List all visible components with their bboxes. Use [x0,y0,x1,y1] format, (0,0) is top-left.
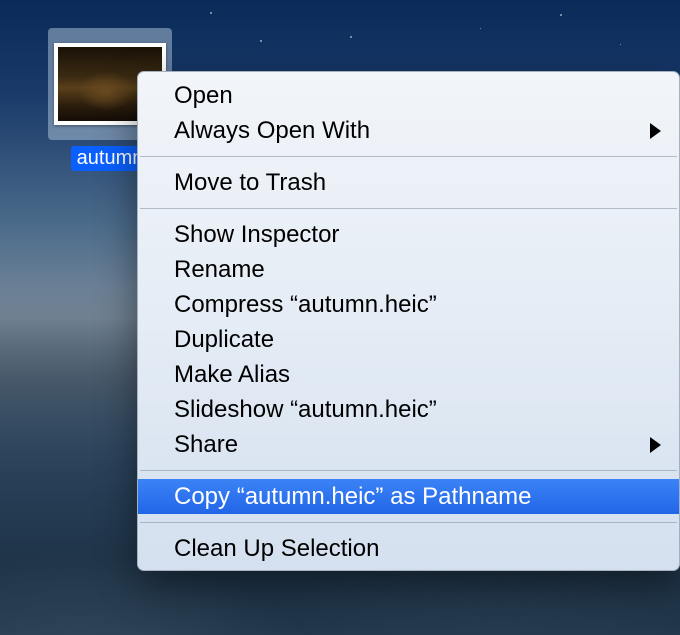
menu-separator [140,522,677,523]
menu-item-show-inspector[interactable]: Show Inspector [138,217,679,252]
menu-separator [140,208,677,209]
menu-item-move-to-trash[interactable]: Move to Trash [138,165,679,200]
menu-item-label: Slideshow “autumn.heic” [174,396,437,423]
menu-item-label: Show Inspector [174,221,339,248]
menu-item-label: Always Open With [174,117,370,144]
menu-item-label: Rename [174,256,265,283]
menu-item-clean-up-selection[interactable]: Clean Up Selection [138,531,679,566]
menu-item-rename[interactable]: Rename [138,252,679,287]
menu-item-duplicate[interactable]: Duplicate [138,322,679,357]
star [560,14,562,16]
menu-item-label: Duplicate [174,326,274,353]
menu-item-label: Share [174,431,238,458]
star [480,28,481,29]
menu-item-make-alias[interactable]: Make Alias [138,357,679,392]
menu-item-slideshow[interactable]: Slideshow “autumn.heic” [138,392,679,427]
menu-item-compress[interactable]: Compress “autumn.heic” [138,287,679,322]
menu-item-label: Copy “autumn.heic” as Pathname [174,483,532,510]
star [350,36,352,38]
star [210,12,212,14]
menu-item-label: Open [174,82,233,109]
menu-item-share[interactable]: Share [138,427,679,462]
menu-separator [140,470,677,471]
menu-item-label: Compress “autumn.heic” [174,291,437,318]
menu-item-open[interactable]: Open [138,78,679,113]
star [260,40,262,42]
menu-item-label: Clean Up Selection [174,535,379,562]
menu-item-always-open-with[interactable]: Always Open With [138,113,679,148]
menu-separator [140,156,677,157]
menu-item-copy-as-pathname[interactable]: Copy “autumn.heic” as Pathname [138,479,679,514]
menu-item-label: Make Alias [174,361,290,388]
menu-item-label: Move to Trash [174,169,326,196]
star [620,44,621,45]
chevron-right-icon [650,123,661,139]
context-menu: Open Always Open With Move to Trash Show… [137,71,680,571]
chevron-right-icon [650,437,661,453]
